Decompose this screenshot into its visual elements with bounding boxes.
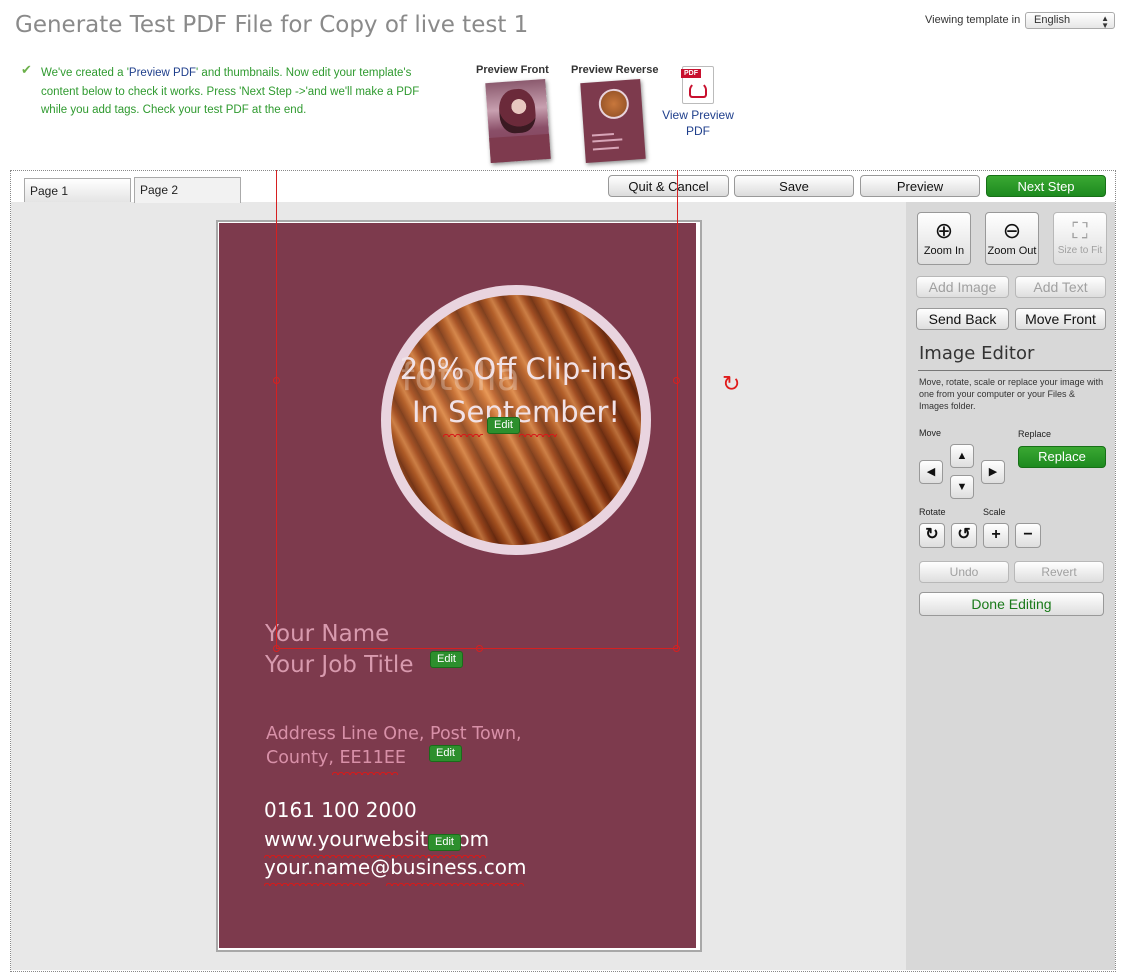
replace-button[interactable]: Replace — [1018, 446, 1106, 468]
preview-button[interactable]: Preview — [860, 175, 980, 197]
phone-text: 0161 100 2000 — [264, 798, 417, 822]
save-button[interactable]: Save — [734, 175, 854, 197]
tab-page-1[interactable]: Page 1 — [24, 178, 131, 202]
send-back-button[interactable]: Send Back — [916, 308, 1009, 330]
image-selection-box[interactable] — [276, 170, 678, 649]
replace-label: Replace — [1018, 429, 1052, 439]
arrow-left-icon: ◀ — [926, 466, 936, 478]
scale-up-button[interactable]: + — [983, 523, 1009, 548]
website-text: www.yourwebsite.com — [264, 826, 490, 851]
edit-address-button[interactable]: Edit — [429, 745, 462, 762]
preview-pdf-link[interactable]: Preview PDF — [129, 67, 196, 79]
preview-front-label: Preview Front — [476, 64, 549, 76]
rotate-counterclockwise-icon: ↺ — [957, 526, 971, 543]
arrow-right-icon: ▶ — [988, 466, 998, 478]
image-editor-description: Move, rotate, scale or replace your imag… — [919, 377, 1104, 411]
scale-down-button[interactable]: − — [1015, 523, 1041, 548]
zoom-out-label: Zoom Out — [987, 245, 1037, 257]
intro-text-1: We've created a ' — [41, 67, 129, 79]
resize-handle[interactable] — [673, 377, 680, 384]
thumbnail-line — [592, 146, 619, 151]
add-image-button[interactable]: Add Image — [916, 276, 1009, 298]
preview-reverse-label: Preview Reverse — [571, 64, 659, 76]
rotate-clockwise-button[interactable]: ↻ — [919, 523, 945, 548]
zoom-in-button[interactable]: ⊕ Zoom In — [917, 212, 971, 265]
move-front-button[interactable]: Move Front — [1015, 308, 1106, 330]
image-editor-title: Image Editor — [919, 343, 1035, 364]
zoom-in-icon: ⊕ — [934, 218, 954, 243]
viewing-language-label: Viewing template in — [925, 14, 1021, 26]
thumbnail-portrait — [497, 87, 537, 135]
checkmark-icon: ✔ — [21, 62, 32, 77]
spellcheck-underline — [332, 771, 398, 775]
address-line-1: Address Line One, Post Town, — [266, 724, 522, 744]
language-select[interactable]: English ▲ ▼ — [1025, 12, 1115, 30]
size-to-fit-button[interactable]: ⛶ Size to Fit — [1053, 212, 1107, 265]
pdf-badge: PDF — [681, 69, 701, 78]
move-up-button[interactable]: ▲ — [950, 444, 974, 468]
pdf-file-icon[interactable]: PDF — [681, 66, 714, 104]
edit-name-button[interactable]: Edit — [430, 651, 463, 668]
spellcheck-underline — [264, 882, 370, 886]
move-label: Move — [919, 428, 942, 438]
thumbnail-circle — [597, 87, 630, 120]
preview-front-thumbnail[interactable] — [485, 79, 551, 163]
tab-page-2[interactable]: Page 2 — [134, 177, 241, 203]
resize-handle[interactable] — [476, 645, 483, 652]
resize-handle[interactable] — [273, 645, 280, 652]
address-line-2: County, EE11EE — [266, 748, 406, 768]
zoom-out-icon: ⊖ — [1002, 218, 1022, 243]
divider — [918, 370, 1112, 371]
plus-icon: + — [991, 526, 1001, 543]
spellcheck-underline — [264, 854, 486, 858]
contact-text-block[interactable]: 0161 100 2000 www.yourwebsite.com your.n… — [264, 796, 526, 882]
zoom-out-button[interactable]: ⊖ Zoom Out — [985, 212, 1039, 265]
page-title: Generate Test PDF File for Copy of live … — [15, 12, 529, 38]
arrow-down-icon: ▼ — [956, 481, 968, 493]
resize-handle[interactable] — [273, 377, 280, 384]
language-select-value: English — [1034, 14, 1071, 26]
rotate-clockwise-icon: ↻ — [925, 526, 939, 543]
move-down-button[interactable]: ▼ — [950, 475, 974, 499]
revert-button[interactable]: Revert — [1014, 561, 1104, 583]
intro-message: We've created a 'Preview PDF' and thumbn… — [41, 64, 421, 120]
arrow-up-icon: ▲ — [956, 450, 968, 462]
next-step-button[interactable]: Next Step — [986, 175, 1106, 197]
size-to-fit-label: Size to Fit — [1057, 245, 1103, 256]
rotate-label: Rotate — [919, 507, 946, 517]
address-text-block[interactable]: Address Line One, Post Town, County, EE1… — [266, 722, 522, 770]
rotate-counterclockwise-button[interactable]: ↺ — [951, 523, 977, 548]
thumbnail-strip — [489, 133, 551, 163]
resize-handle[interactable] — [673, 645, 680, 652]
select-arrows-icon: ▲ ▼ — [1101, 14, 1109, 30]
minus-icon: − — [1023, 526, 1033, 543]
job-title-text: Your Job Title — [265, 652, 414, 678]
rotate-handle-icon[interactable]: ↻ — [722, 371, 740, 397]
preview-reverse-thumbnail[interactable] — [580, 79, 646, 163]
thumbnail-line — [591, 132, 614, 137]
move-left-button[interactable]: ◀ — [919, 460, 943, 484]
thumbnail-line — [592, 138, 623, 143]
zoom-in-label: Zoom In — [923, 245, 965, 257]
done-editing-button[interactable]: Done Editing — [919, 592, 1104, 616]
add-text-button[interactable]: Add Text — [1015, 276, 1106, 298]
edit-contact-button[interactable]: Edit — [428, 834, 461, 851]
view-preview-pdf-link[interactable]: View Preview PDF — [660, 107, 736, 139]
acrobat-swirl-icon — [689, 82, 707, 98]
move-right-button[interactable]: ▶ — [981, 460, 1005, 484]
undo-button[interactable]: Undo — [919, 561, 1009, 583]
scale-label: Scale — [983, 507, 1006, 517]
spellcheck-underline — [386, 882, 524, 886]
size-to-fit-icon: ⛶ — [1072, 218, 1088, 243]
